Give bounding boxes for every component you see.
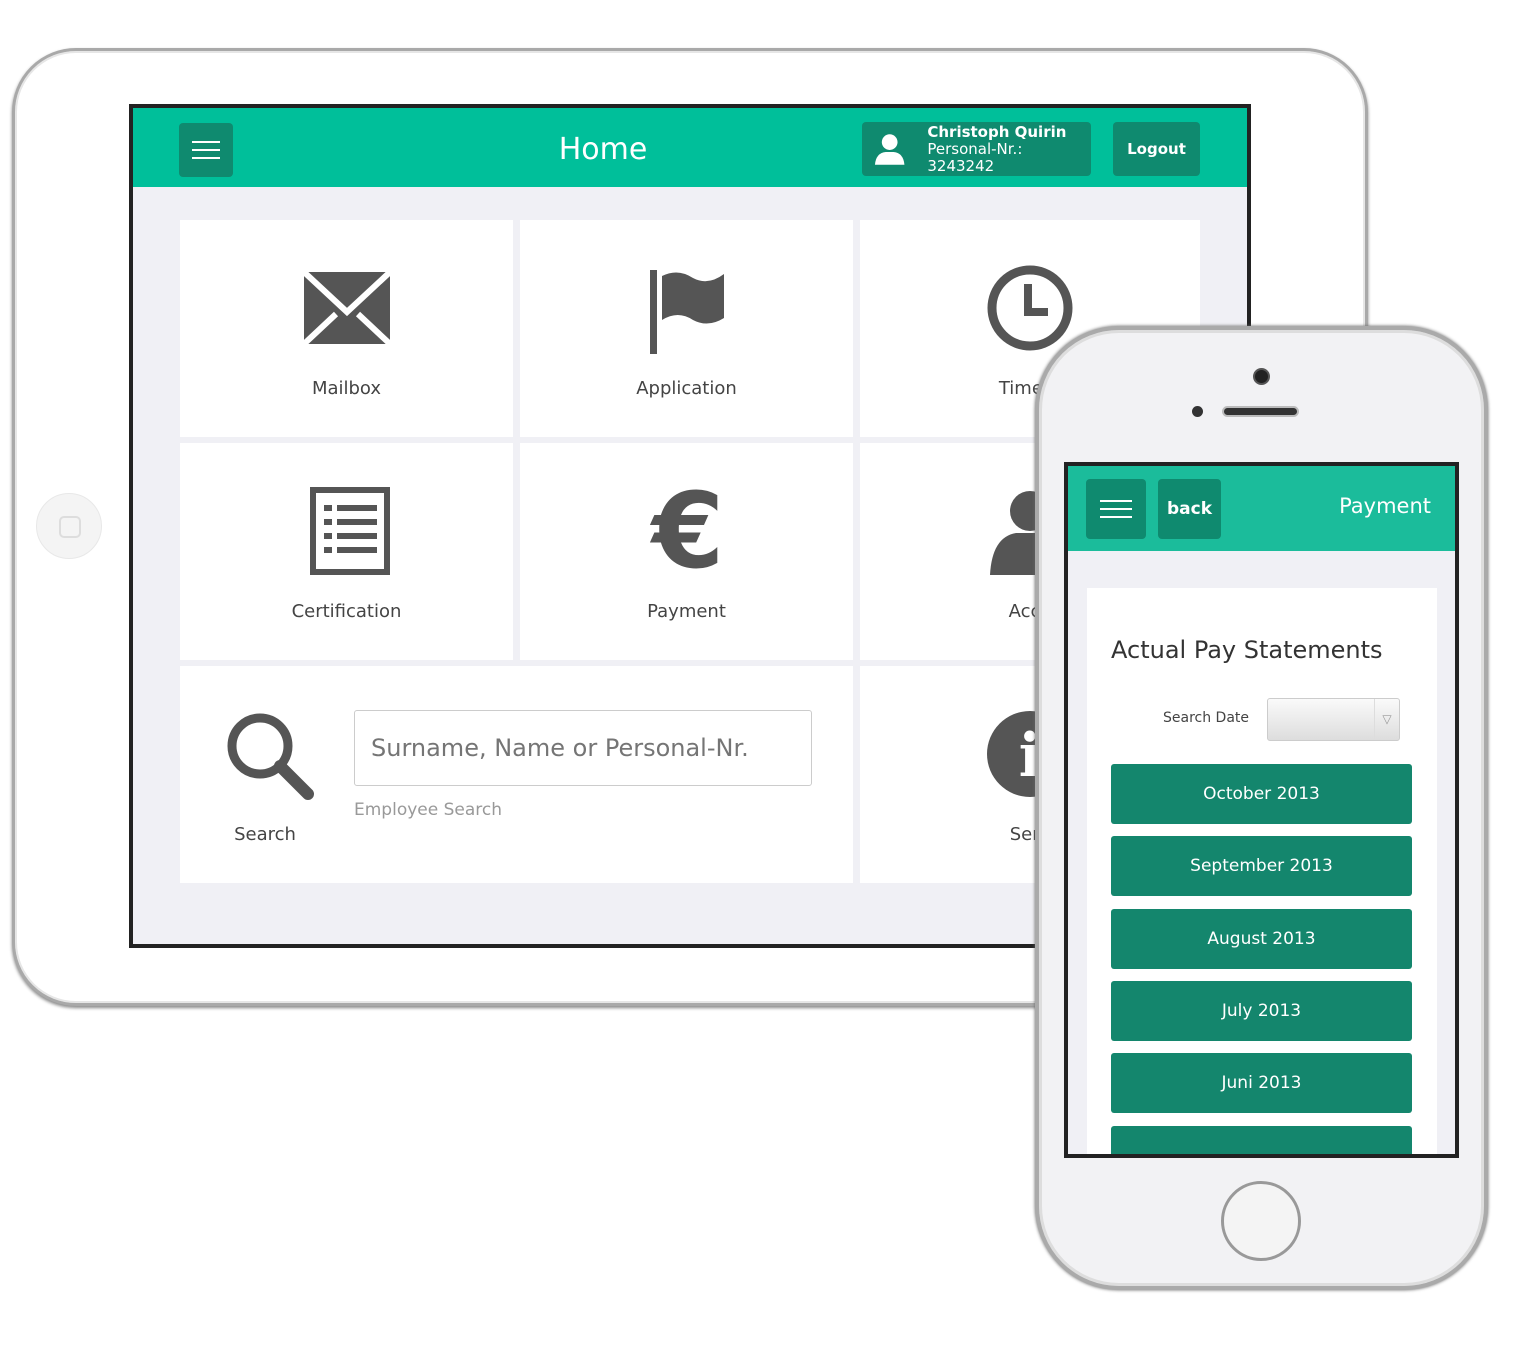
menu-button[interactable] [1086,479,1146,539]
phone-camera [1253,368,1270,385]
phone-header: back Payment [1068,466,1455,551]
month-button[interactable]: August 2013 [1111,909,1412,969]
euro-icon: € [650,485,724,575]
search-label: Search [234,824,296,845]
chevron-down-icon: ▽ [1374,699,1399,740]
month-button[interactable]: July 2013 [1111,981,1412,1041]
phone-home-button [1221,1181,1301,1261]
phone-screen: back Payment Actual Pay Statements Searc… [1064,462,1459,1158]
page-title: Payment [1339,494,1431,518]
logout-button[interactable]: Logout [1113,122,1200,176]
tile-label: Mailbox [311,378,382,399]
tile-payment[interactable]: € Payment [520,443,853,660]
employee-search-input[interactable] [354,710,812,786]
month-button[interactable]: September 2013 [1111,836,1412,896]
pay-statements-card: Actual Pay Statements Search Date ▽ Octo… [1087,588,1437,1154]
clock-icon [987,265,1073,351]
tile-mailbox[interactable]: Mailbox [180,220,513,437]
tile-search: Search Employee Search [180,666,853,883]
tile-label: Application [636,378,737,399]
tablet-header: Home Christoph Quirin Personal-Nr.: 32432… [133,108,1247,187]
search-icon [227,713,314,800]
card-title: Actual Pay Statements [1111,636,1383,664]
flag-icon [650,270,724,354]
svg-text:€: € [650,485,724,575]
back-button[interactable]: back [1158,479,1221,539]
tablet-home-button [36,493,102,559]
month-button[interactable]: Juni 2013 [1111,1053,1412,1113]
user-info[interactable]: Christoph Quirin Personal-Nr.: 3243242 [862,122,1091,176]
search-date-label: Search Date [1162,710,1249,726]
list-document-icon [310,487,390,575]
month-button[interactable] [1111,1126,1412,1154]
user-icon [874,134,905,165]
user-name: Christoph Quirin [927,122,1067,141]
phone-speaker [1222,406,1299,417]
search-help-text: Employee Search [354,800,503,820]
tile-application[interactable]: Application [520,220,853,437]
month-button[interactable]: October 2013 [1111,764,1412,824]
tile-certification[interactable]: Certification [180,443,513,660]
tile-label: Payment [647,601,726,622]
tile-label: Certification [291,601,402,622]
phone-sensor [1192,406,1203,417]
personal-nr: Personal-Nr.: 3243242 [927,139,1023,175]
envelope-icon [302,270,392,346]
search-date-select[interactable]: ▽ [1267,698,1400,741]
